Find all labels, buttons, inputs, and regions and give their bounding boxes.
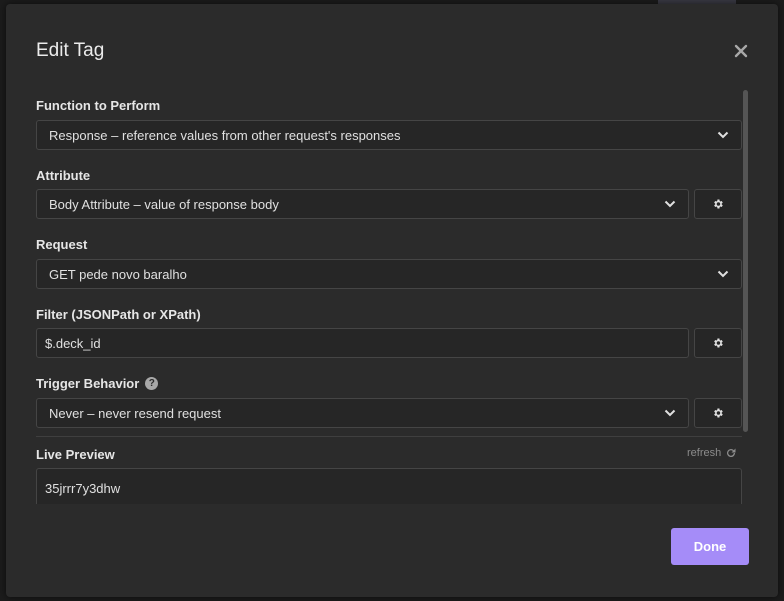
trigger-label-text: Trigger Behavior	[36, 376, 140, 391]
gear-icon	[714, 338, 723, 348]
gear-icon	[714, 199, 723, 209]
function-select-value: Response – reference values from other r…	[49, 127, 401, 143]
done-button[interactable]: Done	[671, 528, 749, 565]
edit-tag-dialog: Edit Tag Function to Perform Response – …	[6, 4, 778, 597]
live-preview-label-text: Live Preview	[36, 447, 115, 462]
request-select-value: GET pede novo baralho	[49, 266, 187, 282]
trigger-settings-button[interactable]	[694, 398, 742, 428]
scrollbar-thumb[interactable]	[743, 90, 748, 432]
attribute-label: Attribute	[36, 168, 90, 183]
chevron-down-icon	[664, 407, 676, 419]
function-select[interactable]: Response – reference values from other r…	[36, 120, 742, 150]
trigger-label: Trigger Behavior ?	[36, 376, 159, 391]
dialog-body: Function to Perform Response – reference…	[6, 4, 778, 504]
live-preview-value: 35jrrr7y3dhw	[45, 481, 121, 496]
filter-input[interactable]: $.deck_id	[36, 328, 689, 358]
attribute-label-text: Attribute	[36, 168, 91, 183]
trigger-select-value: Never – never resend request	[49, 405, 221, 421]
filter-input-value: $.deck_id	[45, 335, 101, 351]
request-select[interactable]: GET pede novo baralho	[36, 259, 742, 289]
chevron-down-icon	[717, 129, 729, 141]
function-label-text: Function to Perform	[36, 98, 161, 113]
attribute-settings-button[interactable]	[694, 189, 742, 219]
attribute-select-value: Body Attribute – value of response body	[49, 196, 279, 212]
filter-label: Filter (JSONPath or XPath)	[36, 307, 201, 322]
request-label-text: Request	[36, 237, 88, 252]
refresh-link[interactable]: refresh	[687, 447, 737, 459]
attribute-select[interactable]: Body Attribute – value of response body	[36, 189, 689, 219]
chevron-down-icon	[664, 198, 676, 210]
chevron-down-icon	[717, 268, 729, 280]
filter-settings-button[interactable]	[694, 328, 742, 358]
gear-icon	[714, 408, 723, 418]
filter-label-text: Filter (JSONPath or XPath)	[36, 307, 201, 322]
function-label: Function to Perform	[36, 98, 160, 113]
refresh-icon	[727, 448, 736, 458]
request-label: Request	[36, 237, 87, 252]
help-icon[interactable]: ?	[145, 377, 159, 390]
section-divider	[36, 436, 742, 437]
live-preview-output: 35jrrr7y3dhw	[36, 468, 742, 504]
live-preview-label: Live Preview	[36, 447, 115, 462]
refresh-label: refresh	[687, 447, 722, 459]
trigger-select[interactable]: Never – never resend request	[36, 398, 689, 428]
